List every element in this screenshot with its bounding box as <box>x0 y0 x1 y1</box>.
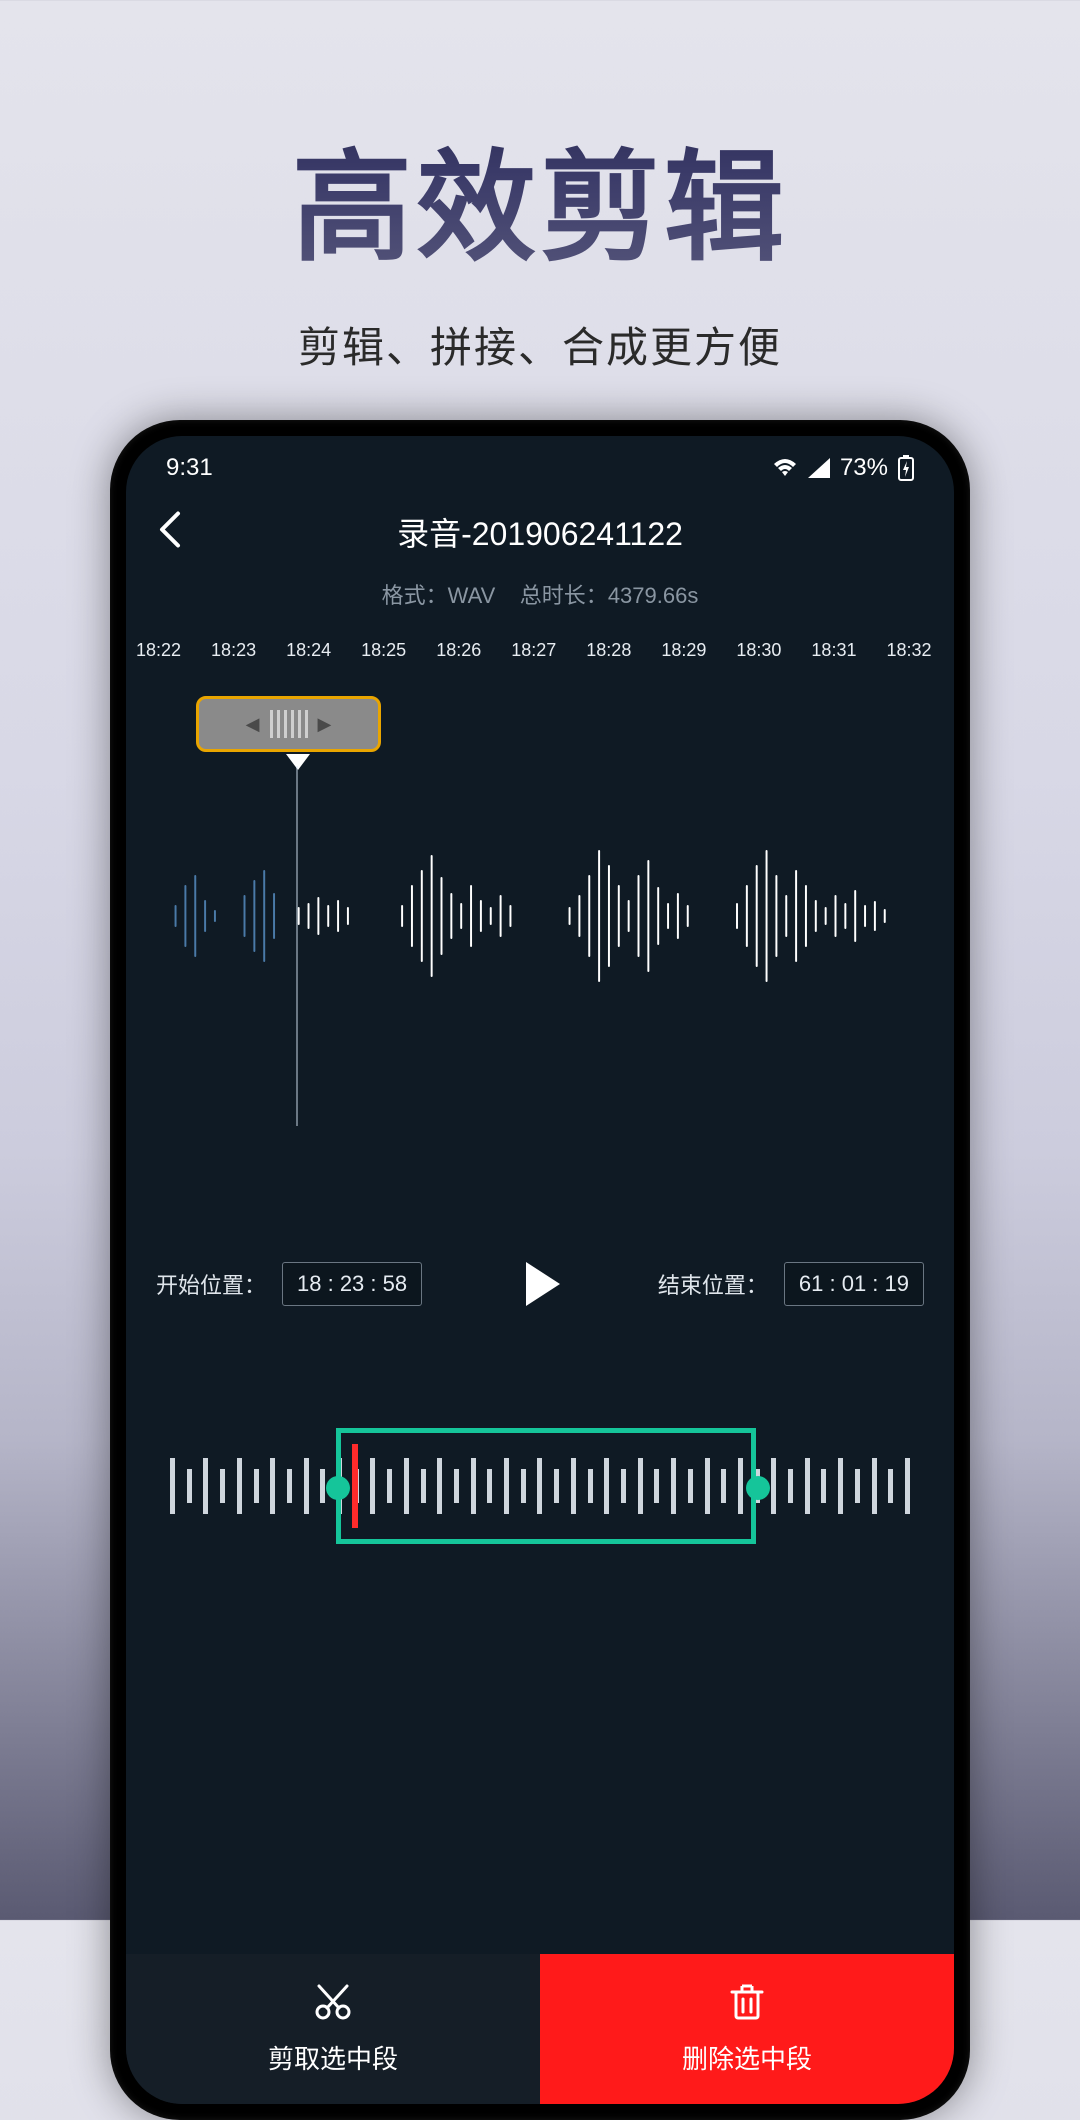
ruler-tick: 18:29 <box>661 640 706 661</box>
battery-text: 73% <box>840 454 888 482</box>
ruler-tick: 18:27 <box>511 640 556 661</box>
end-position-group: 结束位置： 61 : 01 : 19 <box>658 1262 924 1306</box>
start-time-input[interactable]: 18 : 23 : 58 <box>282 1262 422 1306</box>
grip-icon <box>270 710 308 738</box>
range-selector[interactable] <box>166 1416 914 1556</box>
duration-value: 4379.66s <box>608 583 699 608</box>
selection-cursor[interactable] <box>352 1444 358 1528</box>
battery-icon <box>898 455 914 481</box>
phone-frame: 9:31 73% 录音-201906241122 格式：WAV <box>110 420 970 2120</box>
end-label: 结束位置： <box>658 1268 768 1300</box>
wifi-icon <box>772 458 798 478</box>
range-handle-right[interactable] <box>746 1476 770 1500</box>
playhead-marker[interactable] <box>286 754 310 770</box>
chevron-right-icon: ▶ <box>318 714 332 735</box>
bottom-actions: 剪取选中段 删除选中段 <box>126 1954 954 2104</box>
format-value: WAV <box>448 583 496 608</box>
nav-bar: 录音-201906241122 <box>126 492 954 572</box>
file-meta: 格式：WAV 总时长：4379.66s <box>126 578 954 610</box>
ruler-tick: 18:23 <box>211 640 256 661</box>
ruler-tick: 18:24 <box>286 640 331 661</box>
controls-row: 开始位置： 18 : 23 : 58 结束位置： 61 : 01 : 19 <box>126 1256 954 1312</box>
delete-label: 删除选中段 <box>682 2039 812 2076</box>
duration-label: 总时长： <box>520 583 608 608</box>
scissors-icon <box>313 1982 353 2029</box>
delete-selection-button[interactable]: 删除选中段 <box>540 1954 954 2104</box>
start-position-group: 开始位置： 18 : 23 : 58 <box>156 1262 422 1306</box>
phone-screen: 9:31 73% 录音-201906241122 格式：WAV <box>126 436 954 2104</box>
ruler-tick: 18:22 <box>136 640 181 661</box>
trash-icon <box>728 1982 766 2029</box>
ruler-tick: 18:31 <box>811 640 856 661</box>
promo-title: 高效剪辑 <box>0 0 1080 284</box>
end-time-input[interactable]: 61 : 01 : 19 <box>784 1262 924 1306</box>
cut-label: 剪取选中段 <box>268 2039 398 2076</box>
range-handle-left[interactable] <box>326 1476 350 1500</box>
cut-selection-button[interactable]: 剪取选中段 <box>126 1954 540 2104</box>
promo-subtitle: 剪辑、拼接、合成更方便 <box>0 314 1080 375</box>
play-button[interactable] <box>512 1256 568 1312</box>
ruler-tick: 18:26 <box>436 640 481 661</box>
ruler-tick: 18:28 <box>586 640 631 661</box>
status-time: 9:31 <box>166 454 213 482</box>
timeline-ruler[interactable]: 18:22 18:23 18:24 18:25 18:26 18:27 18:2… <box>126 640 954 661</box>
waveform[interactable] <box>146 816 934 1016</box>
selection-box[interactable] <box>336 1428 756 1544</box>
page-title: 录音-201906241122 <box>397 509 683 555</box>
ruler-tick: 18:25 <box>361 640 406 661</box>
signal-icon <box>808 458 830 478</box>
start-label: 开始位置： <box>156 1268 266 1300</box>
format-label: 格式： <box>382 583 448 608</box>
status-bar: 9:31 73% <box>126 436 954 492</box>
chevron-left-icon: ◀ <box>246 714 260 735</box>
zoom-handle[interactable]: ◀ ▶ <box>196 696 381 752</box>
ruler-tick: 18:32 <box>886 640 931 661</box>
back-button[interactable] <box>156 510 182 555</box>
ruler-tick: 18:30 <box>736 640 781 661</box>
